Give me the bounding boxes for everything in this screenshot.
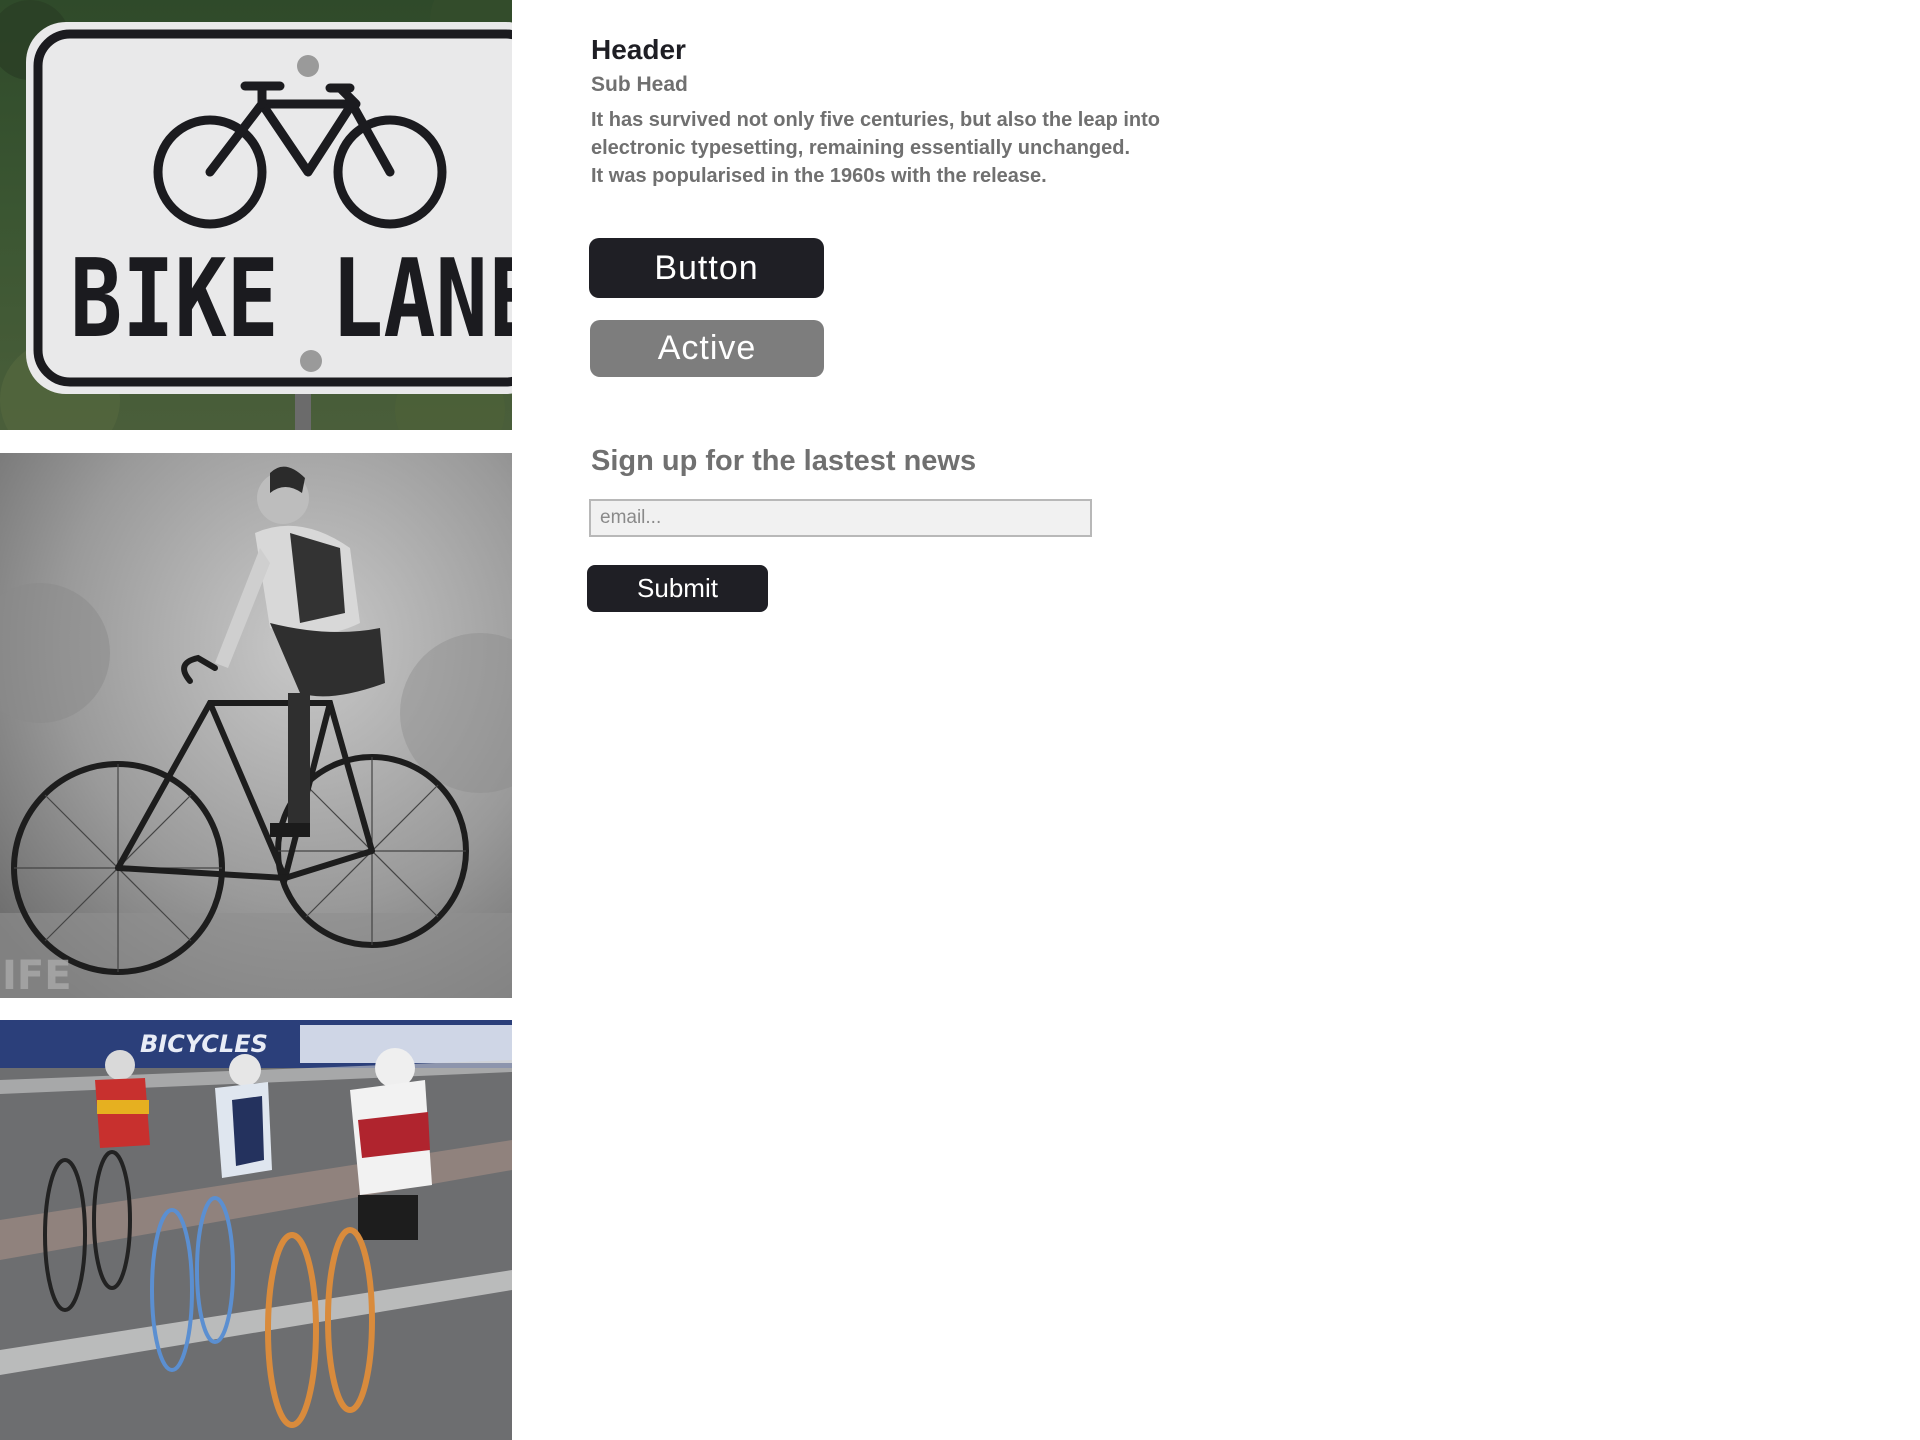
page: BIKE LANE IFE BICYCLES Header Sub Head I… — [0, 0, 1920, 1440]
body-line: It was popularised in the 1960s with the… — [591, 165, 1047, 187]
signup-title: Sign up for the lastest news — [591, 445, 977, 477]
submit-button[interactable]: Submit — [587, 565, 768, 612]
page-subhead: Sub Head — [591, 73, 688, 96]
page-header: Header — [591, 34, 686, 65]
photo-watermark: IFE — [2, 953, 72, 998]
vintage-cyclist-graphic: IFE — [0, 453, 512, 998]
bike-lane-sign-graphic: BIKE LANE — [0, 0, 512, 430]
body-paragraph: It has survived not only five centuries,… — [591, 106, 1291, 190]
intro-section: Header Sub Head It has survived not only… — [591, 30, 1291, 190]
sign-text: BIKE LANE — [70, 237, 512, 362]
racing-cyclists-graphic: BICYCLES — [0, 1020, 512, 1440]
email-input[interactable] — [589, 499, 1092, 537]
banner-text: BICYCLES — [140, 1030, 268, 1058]
racing-cyclists-image: BICYCLES — [0, 1020, 512, 1440]
active-button[interactable]: Active — [590, 320, 824, 377]
vintage-cyclist-image: IFE — [0, 453, 512, 998]
body-line: It has survived not only five centuries,… — [591, 109, 1161, 131]
bike-lane-sign-image: BIKE LANE — [0, 0, 512, 430]
body-line: electronic typesetting, remaining essent… — [591, 137, 1131, 159]
primary-button[interactable]: Button — [589, 238, 824, 298]
